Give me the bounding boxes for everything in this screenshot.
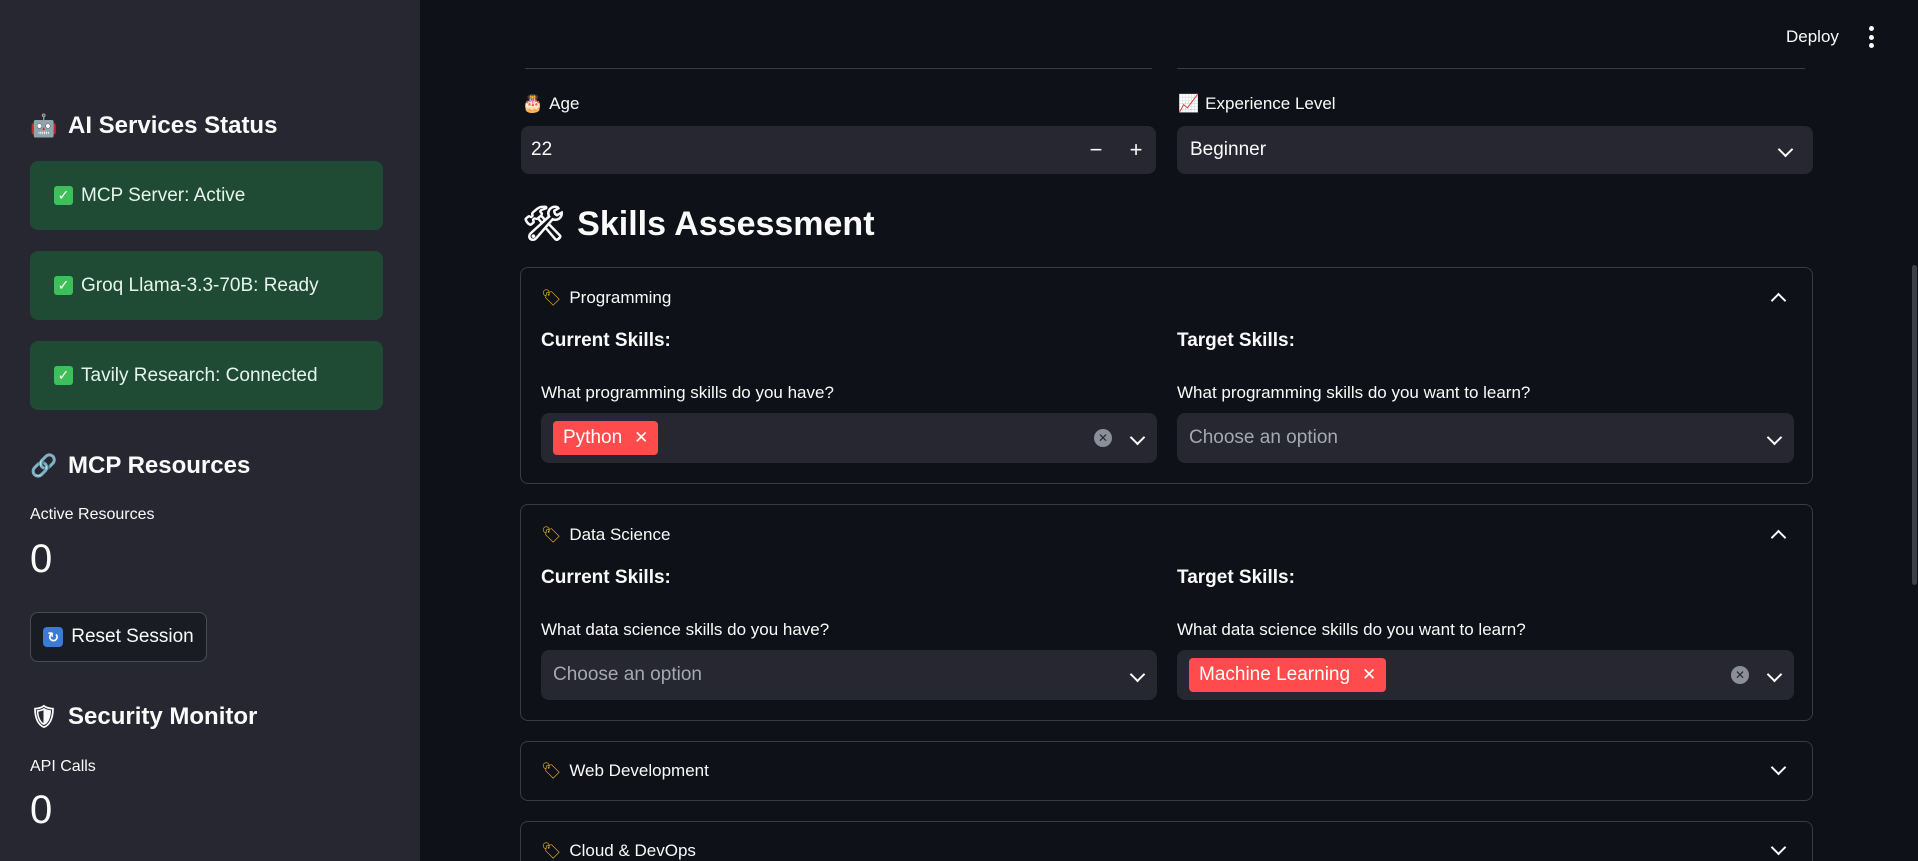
chevron-down-icon[interactable]	[1129, 427, 1146, 449]
experience-level-select[interactable]: Beginner	[1177, 126, 1813, 174]
clear-all-icon[interactable]: ✕	[1731, 666, 1749, 684]
target-skills-heading: Target Skills:	[1177, 567, 1295, 588]
chevron-down-icon[interactable]	[1770, 839, 1787, 858]
select-placeholder: Choose an option	[553, 664, 702, 685]
mcp-resources-heading: 🔗 MCP Resources	[30, 452, 250, 480]
age-label: 🎂 Age	[522, 94, 579, 114]
security-monitor-heading: 🛡 Security Monitor	[30, 703, 257, 731]
target-programming-multiselect[interactable]: Choose an option	[1177, 413, 1794, 463]
expander-header-data-science[interactable]: 🏷 Data Science	[541, 525, 670, 545]
current-skills-heading: Current Skills:	[541, 330, 671, 351]
target-programming-question: What programming skills do you want to l…	[1177, 383, 1531, 402]
robot-icon: 🤖	[30, 113, 58, 138]
clear-all-icon[interactable]: ✕	[1094, 429, 1112, 447]
expander-title: Web Development	[569, 761, 709, 780]
selected-chip: Machine Learning ✕	[1189, 658, 1387, 692]
current-programming-question: What programming skills do you have?	[541, 383, 834, 402]
expander-data-science: 🏷 Data Science Current Skills: Target Sk…	[520, 504, 1813, 721]
current-data-science-question: What data science skills do you have?	[541, 620, 830, 639]
chevron-up-icon[interactable]	[1770, 527, 1787, 548]
mcp-resources-title: MCP Resources	[68, 452, 251, 479]
expander-title: Cloud & DevOps	[569, 841, 696, 860]
age-value[interactable]: 22	[531, 139, 552, 161]
divider	[1177, 68, 1805, 69]
cake-icon: 🎂	[522, 94, 544, 113]
chevron-down-icon[interactable]	[1770, 759, 1787, 778]
current-skills-heading: Current Skills:	[541, 567, 671, 588]
deploy-button[interactable]: Deploy	[1786, 27, 1839, 47]
reset-session-label: Reset Session	[71, 626, 194, 647]
api-calls-value: 0	[30, 788, 53, 832]
scrollbar-thumb[interactable]	[1912, 265, 1917, 585]
tag-icon: 🏷	[541, 843, 562, 860]
tag-icon: 🏷	[541, 290, 562, 307]
decrement-button[interactable]: −	[1076, 126, 1116, 174]
status-label: Groq Llama-3.3-70B: Ready	[81, 274, 319, 296]
tag-icon: 🏷	[541, 763, 562, 780]
experience-level-label: 📈 Experience Level	[1178, 94, 1336, 114]
active-resources-value: 0	[30, 537, 53, 581]
skills-assessment-title: Skills Assessment	[577, 204, 875, 243]
select-placeholder: Choose an option	[1189, 427, 1338, 448]
experience-value: Beginner	[1190, 139, 1267, 160]
expander-cloud-devops[interactable]: 🏷 Cloud & DevOps	[520, 821, 1813, 861]
link-icon: 🔗	[30, 453, 58, 478]
sidebar: 🤖 AI Services Status ✓ MCP Server: Activ…	[0, 0, 420, 861]
tag-icon: 🏷	[541, 527, 562, 544]
chevron-up-icon[interactable]	[1770, 290, 1787, 311]
status-tavily: ✓ Tavily Research: Connected	[30, 341, 383, 410]
chevron-down-icon[interactable]	[1129, 664, 1146, 686]
target-skills-heading: Target Skills:	[1177, 330, 1295, 351]
expander-header-cloud-devops[interactable]: 🏷 Cloud & DevOps	[541, 841, 696, 861]
current-programming-multiselect[interactable]: Python ✕ ✕	[541, 413, 1157, 463]
refresh-icon: ↻	[43, 627, 64, 647]
current-data-science-multiselect[interactable]: Choose an option	[541, 650, 1157, 700]
check-icon: ✓	[54, 186, 73, 205]
increment-button[interactable]: +	[1116, 126, 1156, 174]
ai-status-heading: 🤖 AI Services Status	[30, 112, 277, 140]
chip-label: Python	[563, 427, 623, 448]
experience-label-text: Experience Level	[1205, 94, 1336, 113]
age-label-text: Age	[549, 94, 580, 113]
expander-programming: 🏷 Programming Current Skills: Target Ski…	[520, 267, 1813, 484]
shield-icon: 🛡	[30, 704, 58, 729]
reset-session-button[interactable]: ↻ Reset Session	[30, 612, 207, 662]
remove-chip-icon[interactable]: ✕	[1362, 665, 1376, 685]
status-label: MCP Server: Active	[81, 184, 246, 206]
expander-title: Data Science	[569, 525, 671, 544]
skills-assessment-heading: 🛠 Skills Assessment	[522, 204, 875, 244]
check-icon: ✓	[54, 276, 73, 295]
chip-label: Machine Learning	[1199, 664, 1351, 685]
chart-icon: 📈	[1178, 94, 1200, 113]
expander-header-programming[interactable]: 🏷 Programming	[541, 288, 671, 308]
selected-chip: Python ✕	[553, 421, 659, 455]
expander-title: Programming	[569, 288, 672, 307]
security-monitor-title: Security Monitor	[68, 703, 258, 730]
chevron-down-icon[interactable]	[1766, 427, 1783, 449]
target-data-science-multiselect[interactable]: Machine Learning ✕ ✕	[1177, 650, 1794, 700]
status-mcp-server: ✓ MCP Server: Active	[30, 161, 383, 230]
kebab-menu-icon[interactable]	[1866, 26, 1876, 48]
status-groq: ✓ Groq Llama-3.3-70B: Ready	[30, 251, 383, 320]
target-data-science-question: What data science skills do you want to …	[1177, 620, 1526, 639]
chevron-down-icon[interactable]	[1766, 664, 1783, 686]
active-resources-label: Active Resources	[30, 506, 155, 523]
remove-chip-icon[interactable]: ✕	[634, 428, 648, 448]
check-icon: ✓	[54, 366, 73, 385]
ai-status-title: AI Services Status	[68, 112, 278, 139]
api-calls-label: API Calls	[30, 758, 96, 775]
age-number-input[interactable]: 22 − +	[521, 126, 1156, 174]
tools-icon: 🛠	[522, 205, 566, 243]
chevron-down-icon	[1777, 139, 1794, 161]
expander-web-development[interactable]: 🏷 Web Development	[520, 741, 1813, 801]
divider	[525, 68, 1152, 69]
status-label: Tavily Research: Connected	[81, 364, 318, 386]
expander-header-web-development[interactable]: 🏷 Web Development	[541, 761, 709, 781]
